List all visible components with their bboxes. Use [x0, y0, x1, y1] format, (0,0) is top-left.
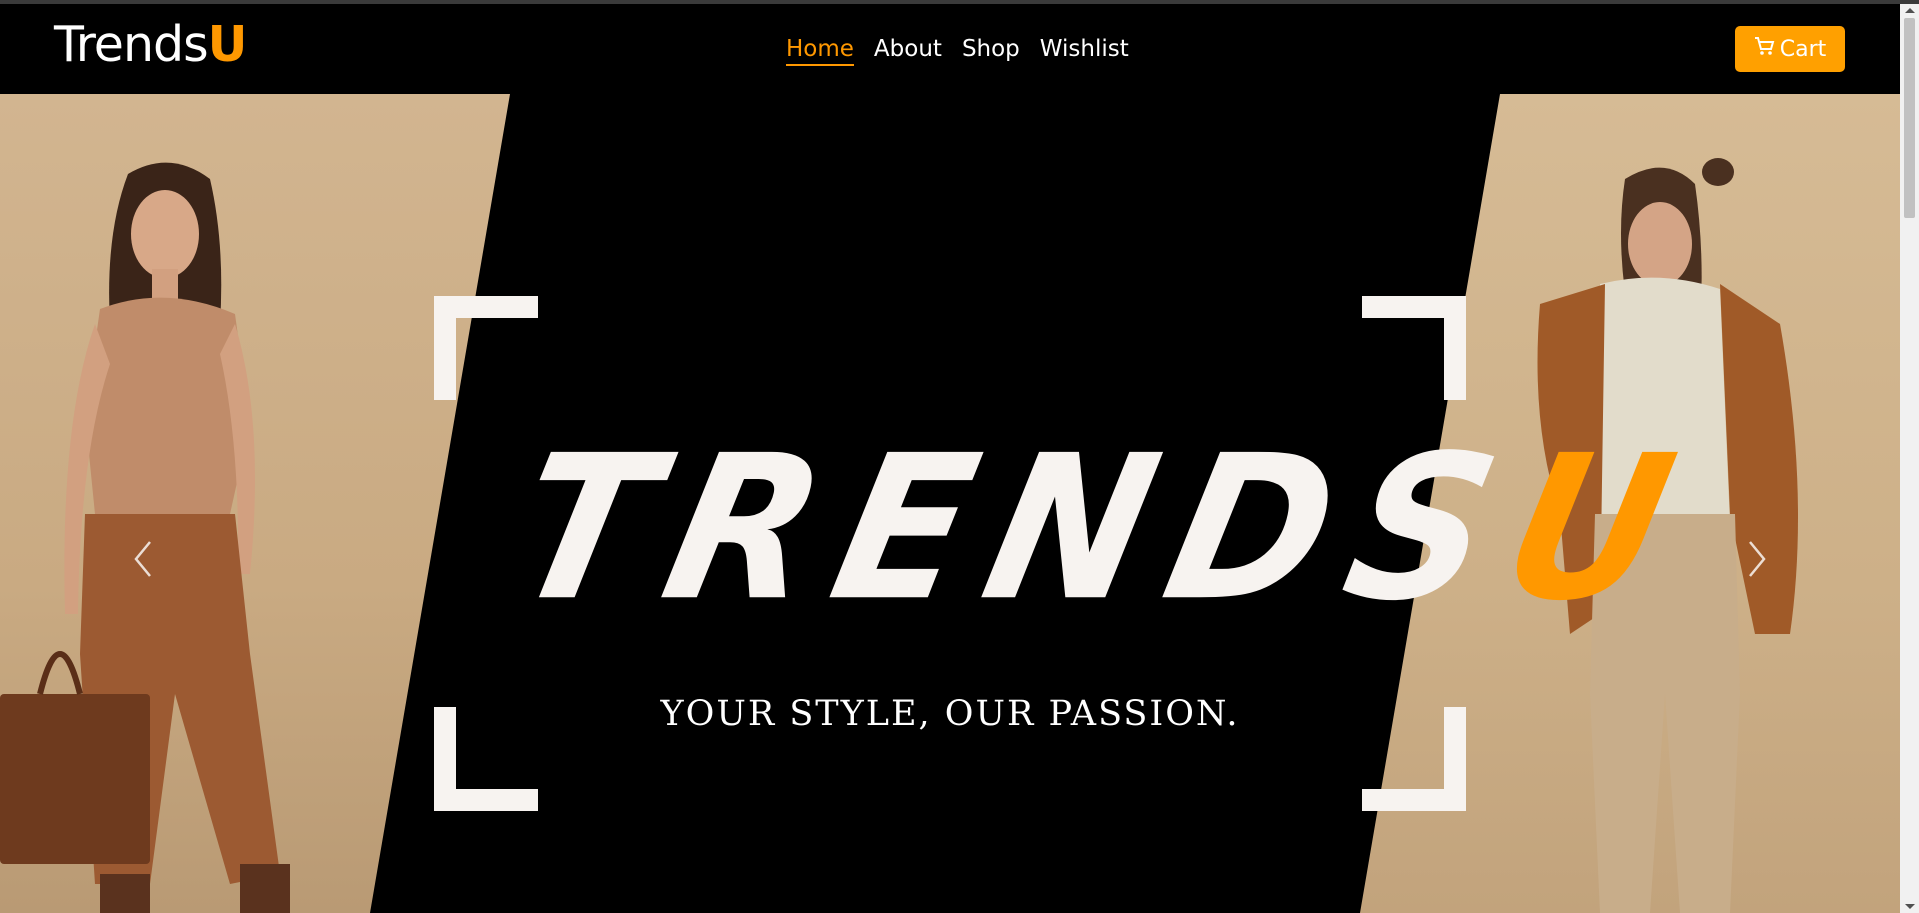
chevron-left-icon [134, 541, 151, 577]
frame-corner-bottom-right [1362, 707, 1466, 811]
scroll-down-icon[interactable] [1905, 904, 1915, 909]
scroll-up-icon[interactable] [1905, 8, 1915, 13]
hero-title-main: TRENDS [495, 412, 1537, 645]
cart-label: Cart [1779, 36, 1827, 62]
chevron-right-icon [1749, 541, 1766, 577]
nav-item-home[interactable]: Home [786, 36, 854, 66]
nav-item-wishlist[interactable]: Wishlist [1040, 36, 1129, 66]
brand-text-main: Trends [54, 16, 209, 73]
page-scrollbar[interactable] [1900, 4, 1919, 913]
navbar: TrendsU Home About Shop Wishlist Cart [0, 4, 1900, 94]
nav-links: Home About Shop Wishlist [786, 36, 1129, 66]
nav-item-about[interactable]: About [874, 36, 942, 66]
frame-corner-top-left [434, 296, 538, 400]
hero-carousel: TRENDSU YOUR STYLE, OUR PASSION. [0, 94, 1900, 913]
hero-tagline: YOUR STYLE, OUR PASSION. [660, 694, 1240, 734]
scrollbar-thumb[interactable] [1904, 18, 1915, 218]
hero-title: TRENDSU [495, 412, 1712, 644]
brand-logo[interactable]: TrendsU [54, 16, 248, 73]
frame-corner-top-right [1362, 296, 1466, 400]
cart-button[interactable]: Cart [1735, 26, 1845, 72]
carousel-prev-button[interactable] [128, 534, 158, 584]
nav-item-shop[interactable]: Shop [962, 36, 1020, 66]
carousel-next-button[interactable] [1742, 534, 1772, 584]
frame-corner-bottom-left [434, 707, 538, 811]
brand-text-accent: U [207, 16, 248, 73]
cart-icon [1754, 36, 1776, 62]
